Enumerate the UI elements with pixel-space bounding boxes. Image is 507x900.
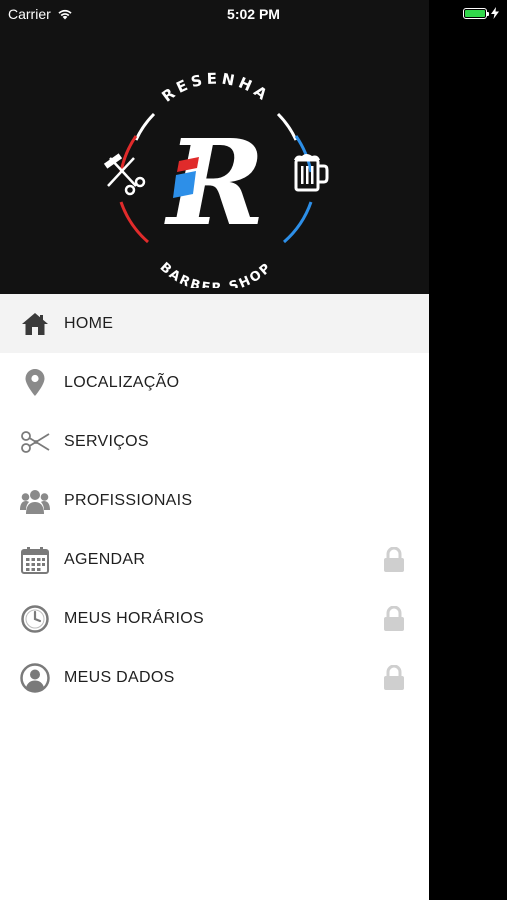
lock-icon [384, 664, 404, 690]
lock-icon [384, 605, 404, 631]
calendar-icon [20, 545, 50, 575]
svg-text:RESENHA: RESENHA [158, 69, 273, 105]
user-icon [20, 662, 50, 693]
menu-item-label: HOME [64, 314, 114, 332]
menu-item-meus-horarios[interactable]: MEUS HORÁRIOS [0, 589, 429, 648]
menu-item-label: MEUS HORÁRIOS [64, 609, 204, 627]
menu-item-agendar[interactable]: AGENDAR [0, 530, 429, 589]
resenha-barber-shop-logo: RESENHA BARBER SHOP R [103, 69, 329, 288]
menu-item-label: SERVIÇOS [64, 432, 149, 450]
menu-item-meus-dados[interactable]: MEUS DADOS [0, 648, 429, 707]
menu-item-profissionais[interactable]: PROFISSIONAIS [0, 471, 429, 530]
menu-item-home[interactable]: HOME [0, 294, 429, 353]
charging-bolt-icon [491, 7, 499, 19]
location-pin-icon [20, 368, 50, 398]
battery-icon [463, 7, 489, 19]
lock-icon [384, 546, 404, 572]
battery-level [465, 9, 485, 17]
scissors-icon [20, 427, 50, 457]
menu-item-label: AGENDAR [64, 550, 146, 568]
svg-text:BARBER SHOP: BARBER SHOP [157, 260, 276, 288]
drawer-menu: HOME LOCALIZAÇÃO SERVIÇOS PROFISSIONAIS … [0, 294, 429, 707]
home-icon [20, 309, 50, 339]
menu-item-label: LOCALIZAÇÃO [64, 373, 180, 391]
people-icon [20, 486, 50, 516]
clock-icon [20, 604, 50, 634]
drawer-backdrop[interactable] [429, 0, 507, 900]
clock-time: 5:02 PM [227, 6, 280, 22]
menu-item-label: PROFISSIONAIS [64, 491, 193, 509]
battery-indicator [463, 7, 499, 19]
status-bar: Carrier 5:02 PM [0, 0, 507, 28]
menu-item-label: MEUS DADOS [64, 668, 175, 686]
navigation-drawer: RESENHA BARBER SHOP R [0, 0, 429, 900]
drawer-header: RESENHA BARBER SHOP R [0, 0, 429, 294]
menu-item-servicos[interactable]: SERVIÇOS [0, 412, 429, 471]
menu-item-localizacao[interactable]: LOCALIZAÇÃO [0, 353, 429, 412]
